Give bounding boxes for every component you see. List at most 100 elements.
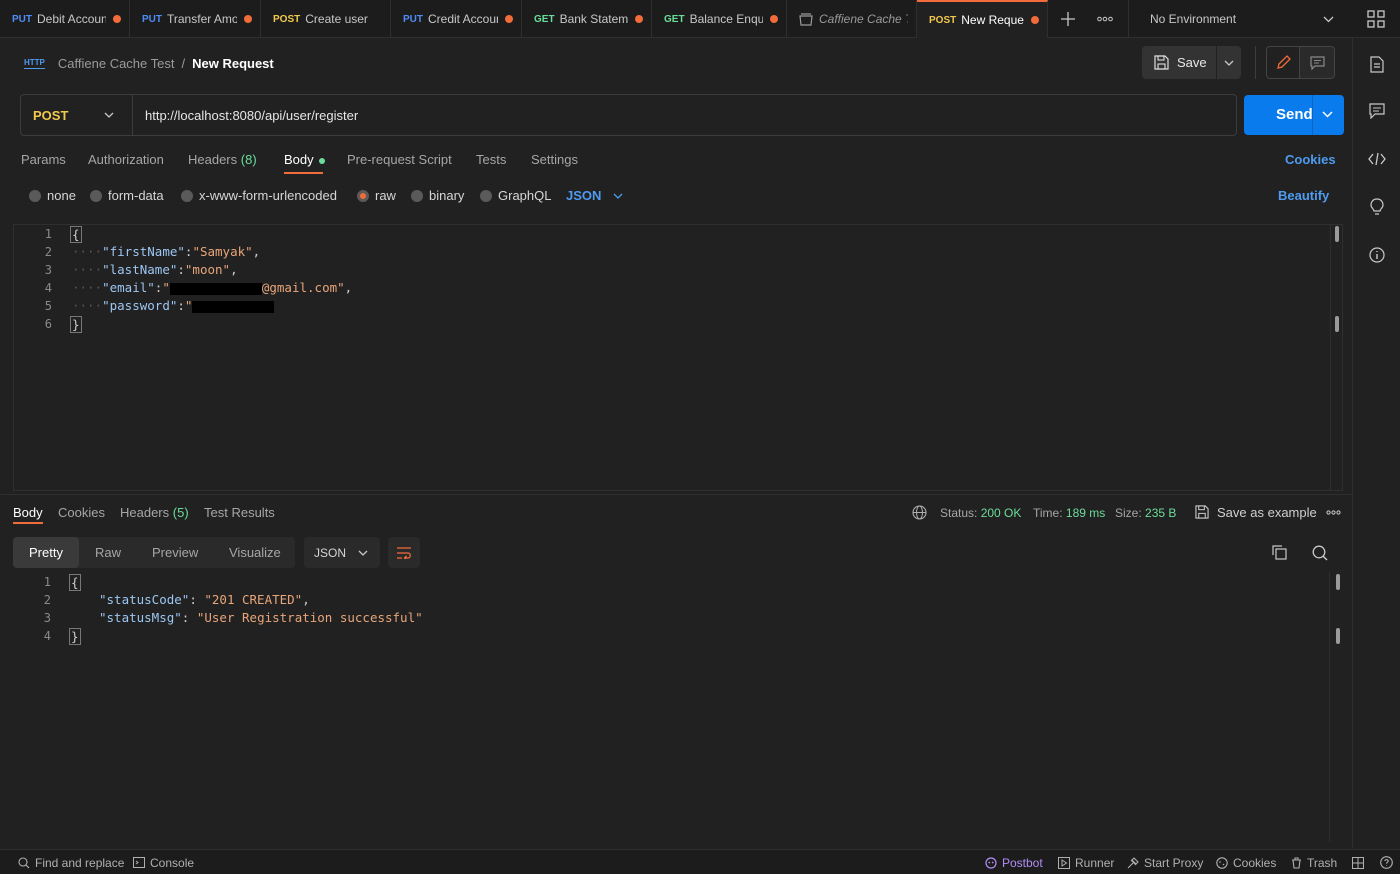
breadcrumb-collection[interactable]: Caffiene Cache Test (58, 56, 175, 71)
layout-icon[interactable] (1352, 850, 1364, 874)
lightbulb-icon[interactable] (1367, 197, 1387, 217)
code-icon[interactable] (1367, 149, 1387, 169)
json-key: "lastName" (102, 262, 178, 277)
tab-balance-enquiry[interactable]: GET Balance Enquir (652, 0, 787, 38)
response-format-select[interactable]: JSON (304, 537, 380, 568)
chevron-down-icon[interactable] (1322, 111, 1333, 118)
tab-settings[interactable]: Settings (531, 152, 578, 167)
tab-title: Transfer Amou (167, 12, 237, 26)
copy-icon[interactable] (1272, 545, 1287, 560)
comment-mode-button[interactable] (1300, 46, 1335, 79)
radio-circle (411, 189, 423, 202)
view-pretty-button[interactable]: Pretty (13, 537, 79, 568)
radio-none[interactable]: none (29, 188, 76, 203)
divider (1312, 95, 1313, 135)
radio-graphql[interactable]: GraphQL (480, 188, 551, 203)
tab-authorization[interactable]: Authorization (88, 152, 164, 167)
line-number: 2 (44, 245, 52, 259)
radio-form-data[interactable]: form-data (90, 188, 164, 203)
method-value: POST (33, 107, 69, 123)
plus-icon[interactable] (1058, 10, 1078, 28)
page-title[interactable]: New Request (192, 56, 274, 71)
tab-transfer-amount[interactable]: PUT Transfer Amou (130, 0, 261, 38)
wrap-lines-button[interactable] (388, 537, 420, 568)
documentation-icon[interactable] (1367, 54, 1387, 74)
trash-button[interactable]: Trash (1291, 850, 1337, 874)
cookies-link[interactable]: Cookies (1285, 152, 1336, 167)
scrollbar-thumb[interactable] (1336, 574, 1340, 590)
redacted-block (192, 300, 275, 313)
environment-selector[interactable]: No Environment (1128, 0, 1350, 38)
tab-headers[interactable]: Headers (8) (188, 152, 257, 167)
send-button[interactable]: Send (1244, 95, 1344, 135)
grid-icon[interactable] (1366, 9, 1386, 29)
tab-tests[interactable]: Tests (476, 152, 506, 167)
view-visualize-button[interactable]: Visualize (213, 537, 297, 568)
edit-mode-button[interactable] (1266, 46, 1300, 79)
tab-credit-account[interactable]: PUT Credit Accoun (391, 0, 522, 38)
collection-icon (799, 12, 813, 26)
save-options-button[interactable] (1217, 46, 1241, 79)
tab-method: POST (273, 13, 301, 25)
help-icon[interactable] (1380, 850, 1393, 874)
response-tab-test-results[interactable]: Test Results (204, 505, 275, 520)
radio-label: form-data (108, 188, 164, 203)
find-replace-button[interactable]: Find and replace (18, 850, 124, 874)
tab-title: Balance Enquir (689, 12, 763, 26)
view-preview-button[interactable]: Preview (136, 537, 214, 568)
cookies-button[interactable]: Cookies (1216, 850, 1276, 874)
chevron-down-icon (1224, 60, 1234, 66)
tab-bar: PUT Debit Account PUT Transfer Amou POST… (0, 0, 1400, 38)
view-raw-button[interactable]: Raw (79, 537, 137, 568)
json-value: "201 CREATED" (204, 592, 303, 607)
method-select[interactable]: POST (21, 95, 133, 135)
save-as-example-button[interactable]: Save as example (1217, 505, 1317, 520)
console-button[interactable]: Console (133, 850, 194, 874)
runner-icon (1058, 856, 1070, 869)
chevron-down-icon (613, 193, 623, 199)
line-number: 4 (44, 281, 52, 295)
url-input[interactable]: http://localhost:8080/api/user/register (145, 95, 358, 135)
more-horizontal-icon[interactable] (1326, 510, 1341, 515)
scrollbar-track (1329, 572, 1330, 842)
response-tab-body[interactable]: Body (13, 505, 43, 520)
tab-debit-account[interactable]: PUT Debit Account (0, 0, 130, 38)
response-body-viewer[interactable]: 1 2 3 4 { "statusCode": "201 CREATED", "… (13, 572, 1343, 844)
response-tab-cookies[interactable]: Cookies (58, 505, 105, 520)
response-headers-label: Headers (120, 505, 170, 520)
save-button[interactable]: Save (1142, 46, 1216, 79)
beautify-button[interactable]: Beautify (1278, 188, 1329, 203)
json-line: ····"password":" (72, 298, 275, 313)
body-format-select[interactable]: JSON (566, 188, 623, 203)
request-body-editor[interactable]: 1 2 3 4 5 6 { ····"firstName":"Samyak", … (13, 224, 1343, 491)
scrollbar-thumb[interactable] (1335, 226, 1339, 242)
line-number: 3 (44, 263, 52, 277)
wrap-lines-icon (396, 546, 412, 559)
postbot-button[interactable]: Postbot (985, 850, 1043, 874)
tab-create-user[interactable]: POST Create user (261, 0, 391, 38)
tab-title: Bank Statemen (559, 12, 628, 26)
radio-label: binary (429, 188, 465, 203)
runner-button[interactable]: Runner (1058, 850, 1114, 874)
tab-params[interactable]: Params (21, 152, 66, 167)
tab-caffiene-cache[interactable]: Caffiene Cache T (787, 0, 917, 38)
radio-raw[interactable]: raw (357, 188, 396, 203)
start-proxy-button[interactable]: Start Proxy (1127, 850, 1203, 874)
tab-new-request[interactable]: POST New Request (917, 0, 1048, 38)
comments-icon[interactable] (1367, 101, 1387, 121)
response-tab-headers[interactable]: Headers (5) (120, 505, 189, 520)
cookie-icon (1216, 856, 1228, 869)
globe-icon[interactable] (912, 505, 927, 520)
tab-pre-request-script[interactable]: Pre-request Script (347, 152, 452, 167)
radio-binary[interactable]: binary (411, 188, 464, 203)
tab-body[interactable]: Body (284, 152, 326, 167)
line-number: 3 (43, 611, 51, 625)
search-icon[interactable] (1312, 545, 1328, 561)
radio-urlencoded[interactable]: x-www-form-urlencoded (181, 188, 337, 203)
info-icon[interactable] (1367, 245, 1387, 265)
console-icon (133, 857, 145, 868)
tab-bank-statement[interactable]: GET Bank Statemen (522, 0, 652, 38)
more-horizontal-icon[interactable] (1094, 10, 1116, 28)
status-info: Status: 200 OK (940, 506, 1021, 520)
line-number: 1 (43, 575, 51, 589)
